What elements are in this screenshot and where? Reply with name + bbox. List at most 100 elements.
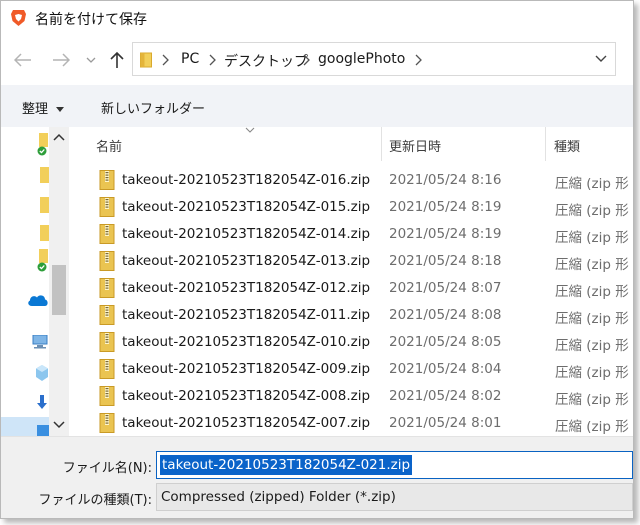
zip-folder-icon (99, 224, 115, 244)
column-header-name[interactable]: 名前 (96, 136, 122, 155)
file-type: 圧縮 (zip 形 (555, 230, 629, 246)
file-name: takeout-20210523T182054Z-012.zip (122, 280, 371, 296)
column-divider[interactable] (381, 127, 382, 161)
column-divider[interactable] (545, 127, 546, 161)
chevron-right-icon (162, 54, 169, 66)
up-button[interactable] (107, 50, 127, 70)
file-name: takeout-20210523T182054Z-007.zip (122, 415, 371, 431)
downloads-icon[interactable] (37, 395, 47, 411)
arrow-left-icon (14, 53, 31, 67)
desktop-icon (37, 425, 49, 436)
address-bar[interactable]: PC デスクトップ googlePhoto (132, 42, 616, 76)
folder-synced-icon[interactable] (37, 133, 49, 157)
file-list: 名前 更新日時 種類 takeout-20210523T182054Z-016.… (71, 127, 633, 436)
window-title: 名前を付けて保存 (35, 12, 147, 28)
file-type: 圧縮 (zip 形 (555, 365, 629, 381)
file-name: takeout-20210523T182054Z-010.zip (122, 334, 371, 350)
file-row[interactable]: takeout-20210523T182054Z-015.zip 2021/05… (71, 194, 633, 221)
file-name: takeout-20210523T182054Z-008.zip (122, 388, 371, 404)
file-name: takeout-20210523T182054Z-013.zip (122, 253, 371, 269)
zip-folder-icon (99, 359, 115, 379)
file-date: 2021/05/24 8:05 (389, 334, 502, 350)
breadcrumb-googlephoto[interactable]: googlePhoto (318, 51, 405, 67)
filetype-value: Compressed (zipped) Folder (*.zip) (161, 489, 396, 505)
zip-folder-icon (99, 197, 115, 217)
file-row[interactable]: takeout-20210523T182054Z-010.zip 2021/05… (71, 329, 633, 356)
column-header-row: 名前 更新日時 種類 (71, 127, 633, 161)
file-date: 2021/05/24 8:08 (389, 307, 502, 323)
zip-folder-icon (99, 278, 115, 298)
folder-icon (140, 52, 152, 68)
file-row[interactable]: takeout-20210523T182054Z-012.zip 2021/05… (71, 275, 633, 302)
file-type: 圧縮 (zip 形 (555, 203, 629, 219)
file-row[interactable]: takeout-20210523T182054Z-008.zip 2021/05… (71, 383, 633, 410)
file-date: 2021/05/24 8:19 (389, 226, 502, 242)
pc-icon[interactable] (31, 335, 49, 349)
folder-icon[interactable] (39, 167, 49, 183)
zip-folder-icon (99, 251, 115, 271)
chevron-right-icon (209, 54, 216, 66)
file-date: 2021/05/24 8:18 (389, 253, 502, 269)
file-name: takeout-20210523T182054Z-016.zip (122, 172, 371, 188)
file-type: 圧縮 (zip 形 (555, 257, 629, 273)
filetype-label: ファイルの種類(T): (38, 493, 152, 508)
file-type: 圧縮 (zip 形 (555, 419, 629, 435)
folder-icon[interactable] (39, 225, 49, 241)
file-date: 2021/05/24 8:01 (389, 415, 502, 431)
chevron-right-icon (303, 54, 310, 66)
column-header-type[interactable]: 種類 (554, 136, 580, 155)
new-folder-button[interactable]: 新しいフォルダー (101, 98, 205, 117)
file-type: 圧縮 (zip 形 (555, 338, 629, 354)
organize-label: 整理 (22, 102, 49, 117)
file-date: 2021/05/24 8:04 (389, 361, 502, 377)
file-type: 圧縮 (zip 形 (555, 311, 629, 327)
folder-synced-icon[interactable] (37, 249, 49, 273)
file-date: 2021/05/24 8:07 (389, 280, 502, 296)
address-history-dropdown-icon[interactable] (595, 55, 607, 63)
back-button[interactable] (13, 50, 33, 70)
arrow-up-icon (110, 51, 124, 68)
file-name: takeout-20210523T182054Z-011.zip (122, 307, 371, 323)
save-form: ファイル名(N): takeout-20210523T182054Z-021.z… (1, 436, 633, 518)
navigation-pane (1, 127, 72, 436)
filetype-select[interactable]: Compressed (zipped) Folder (*.zip) (156, 483, 633, 511)
file-name: takeout-20210523T182054Z-014.zip (122, 226, 371, 242)
zip-folder-icon (99, 332, 115, 352)
arrow-right-icon (53, 53, 70, 67)
folder-icon[interactable] (39, 197, 49, 213)
navigation-bar: PC デスクトップ googlePhoto (1, 35, 633, 85)
breadcrumb-pc[interactable]: PC (181, 51, 199, 67)
3d-objects-icon[interactable] (36, 365, 48, 381)
recent-locations-button[interactable] (81, 50, 101, 70)
file-type: 圧縮 (zip 形 (555, 176, 629, 192)
scroll-down-icon[interactable] (53, 421, 65, 429)
scroll-up-icon[interactable] (53, 133, 65, 141)
organize-button[interactable]: 整理 (22, 98, 65, 117)
command-bar: 整理 新しいフォルダー (1, 85, 633, 127)
file-type: 圧縮 (zip 形 (555, 284, 629, 300)
file-row[interactable]: takeout-20210523T182054Z-013.zip 2021/05… (71, 248, 633, 275)
file-date: 2021/05/24 8:02 (389, 388, 502, 404)
file-row[interactable]: takeout-20210523T182054Z-016.zip 2021/05… (71, 167, 633, 194)
column-header-date[interactable]: 更新日時 (389, 136, 441, 155)
forward-button[interactable] (51, 50, 71, 70)
breadcrumb-desktop[interactable]: デスクトップ (224, 51, 308, 71)
file-row[interactable]: takeout-20210523T182054Z-014.zip 2021/05… (71, 221, 633, 248)
zip-folder-icon (99, 386, 115, 406)
onedrive-icon[interactable] (27, 293, 49, 307)
zip-folder-icon (99, 413, 115, 433)
sort-indicator-icon (245, 127, 255, 133)
zip-folder-icon (99, 170, 115, 190)
filename-input[interactable]: takeout-20210523T182054Z-021.zip (156, 451, 633, 479)
file-row[interactable]: takeout-20210523T182054Z-007.zip 2021/05… (71, 410, 633, 437)
scrollbar-thumb[interactable] (52, 265, 66, 315)
navigation-pane-scrollbar[interactable] (49, 127, 69, 436)
title-bar: 名前を付けて保存 (1, 1, 633, 35)
file-row[interactable]: takeout-20210523T182054Z-009.zip 2021/05… (71, 356, 633, 383)
file-date: 2021/05/24 8:19 (389, 199, 502, 215)
zip-folder-icon (99, 305, 115, 325)
save-as-dialog: 名前を付けて保存 PC デスクトップ googlePhoto 整理 新しいフォル… (0, 0, 634, 519)
file-row[interactable]: takeout-20210523T182054Z-011.zip 2021/05… (71, 302, 633, 329)
chevron-down-icon (86, 57, 96, 63)
caret-down-icon (56, 107, 65, 112)
